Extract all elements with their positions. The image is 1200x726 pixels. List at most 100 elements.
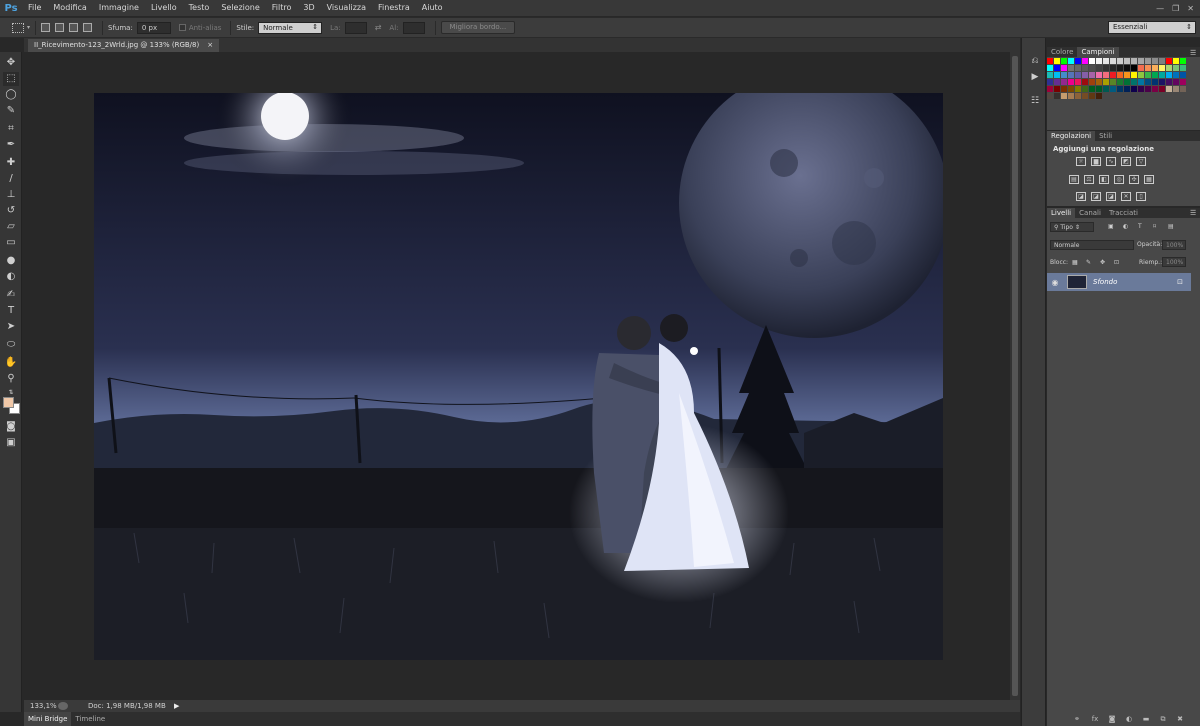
fill-input[interactable]: 100% [1162,257,1186,267]
color-swatch[interactable] [1166,72,1172,78]
hand-icon[interactable]: ✋ [3,356,19,370]
filter-shape-icon[interactable]: ⌑ [1153,223,1156,230]
color-swatch[interactable] [1054,58,1060,64]
menu-visualizza[interactable]: Visualizza [321,0,372,16]
clone-stamp-icon[interactable]: ⊥ [3,188,19,202]
type-icon[interactable]: T [3,304,19,318]
color-swatch[interactable] [1138,72,1144,78]
vibrance-icon[interactable]: ▽ [1136,157,1146,166]
antialias-checkbox[interactable] [178,24,186,31]
zoom-preset-icon[interactable] [58,702,68,710]
eraser-icon[interactable]: ▱ [3,220,19,234]
quick-mask-icon[interactable]: ◙ [3,420,19,434]
color-swatch[interactable] [1054,72,1060,78]
color-swatch[interactable] [1124,79,1130,85]
posterize-icon[interactable]: ◪ [1091,192,1101,201]
color-swatch[interactable] [1089,58,1095,64]
color-swatch[interactable] [1152,79,1158,85]
color-swatch[interactable] [1075,93,1081,99]
hue-sat-icon[interactable]: ▤ [1069,175,1079,184]
color-swatch[interactable] [1166,79,1172,85]
color-swatch[interactable] [1061,65,1067,71]
color-swatch[interactable] [1096,79,1102,85]
history-icon[interactable]: ⎌ [1028,56,1042,68]
tab-canali[interactable]: Canali [1075,208,1105,218]
color-swatch[interactable] [1075,58,1081,64]
path-select-icon[interactable]: ➤ [3,320,19,334]
color-swatch[interactable] [1180,58,1186,64]
color-swatch[interactable] [1152,86,1158,92]
new-adjustment-icon[interactable]: ◐ [1125,715,1133,723]
color-swatch[interactable] [1061,58,1067,64]
tab-regolazioni[interactable]: Regolazioni [1047,131,1096,141]
color-swatch[interactable] [1075,86,1081,92]
color-swatch[interactable] [1089,93,1095,99]
color-swatch[interactable] [1131,65,1137,71]
color-swatch[interactable] [1089,65,1095,71]
color-lookup-icon[interactable]: ▦ [1144,175,1154,184]
color-swatch[interactable] [1047,93,1053,99]
blur-icon[interactable]: ● [3,254,19,268]
layers-menu-icon[interactable]: ☰ [1190,209,1196,217]
color-swatch[interactable] [1152,58,1158,64]
color-swatch[interactable] [1082,79,1088,85]
color-swatch[interactable] [1159,65,1165,71]
tab-campioni[interactable]: Campioni [1077,47,1119,57]
width-input[interactable] [344,21,367,34]
style-select[interactable]: Normale ⇕ [258,21,323,34]
color-swatch[interactable] [1075,79,1081,85]
color-swatch[interactable] [1061,93,1067,99]
color-swatch[interactable] [1096,65,1102,71]
layer-row[interactable]: ◉ Sfondo ⊡ [1047,273,1191,291]
color-swatch[interactable] [1173,58,1179,64]
color-swatch[interactable] [1110,65,1116,71]
intersect-selection-icon[interactable] [83,23,93,32]
swatches-grid[interactable] [1047,58,1189,100]
color-swatch[interactable] [1061,72,1067,78]
color-swatch[interactable] [1047,86,1053,92]
foreground-color-swatch[interactable] [3,397,14,408]
color-swatch[interactable] [1047,72,1053,78]
color-swatch[interactable] [1159,79,1165,85]
color-swatch[interactable] [1110,58,1116,64]
menu-selezione[interactable]: Selezione [215,0,265,16]
color-swatch[interactable] [1145,58,1151,64]
menu-filtro[interactable]: Filtro [266,0,298,16]
color-swatch[interactable] [1124,86,1130,92]
brightness-icon[interactable]: ☼ [1076,157,1086,166]
color-swatch[interactable] [1180,65,1186,71]
layer-style-icon[interactable]: fx [1091,715,1099,723]
color-swatch[interactable] [1173,65,1179,71]
layer-kind-filter[interactable]: ⚲ Tipo ⇕ [1050,222,1094,232]
color-swatch[interactable] [1047,79,1053,85]
swap-icon[interactable]: ⇄ [375,23,382,32]
color-swatch[interactable] [1089,72,1095,78]
screen-mode-icon[interactable]: ▣ [3,436,19,450]
color-swatch[interactable] [1096,86,1102,92]
quick-select-icon[interactable]: ✎ [3,104,19,118]
color-swatch[interactable] [1173,72,1179,78]
dodge-icon[interactable]: ◐ [3,270,19,284]
tab-stili[interactable]: Stili [1095,131,1116,141]
color-swatch[interactable] [1054,79,1060,85]
menu-file[interactable]: File [22,0,47,16]
lock-pixels-icon[interactable]: ✎ [1086,259,1091,266]
panel-menu-icon[interactable]: ☰ [1190,49,1196,57]
color-swatch[interactable] [1166,58,1172,64]
color-swatch[interactable] [1145,79,1151,85]
color-swatch[interactable] [1138,58,1144,64]
color-swatch[interactable] [1131,86,1137,92]
refine-edge-button[interactable]: Migliora bordo... [440,21,516,34]
color-swatch[interactable] [1138,79,1144,85]
eye-icon[interactable]: ◉ [1047,278,1063,287]
black-white-icon[interactable]: ◧ [1099,175,1109,184]
color-swatch[interactable] [1103,79,1109,85]
menu-aiuto[interactable]: Aiuto [416,0,449,16]
color-swatch[interactable] [1054,65,1060,71]
status-menu-arrow-icon[interactable]: ▶ [174,702,179,710]
color-swatch[interactable] [1047,65,1053,71]
menu-immagine[interactable]: Immagine [93,0,145,16]
pen-icon[interactable]: ✍ [3,288,19,302]
properties-icon[interactable]: ☷ [1028,96,1042,108]
color-swatch[interactable] [1124,58,1130,64]
